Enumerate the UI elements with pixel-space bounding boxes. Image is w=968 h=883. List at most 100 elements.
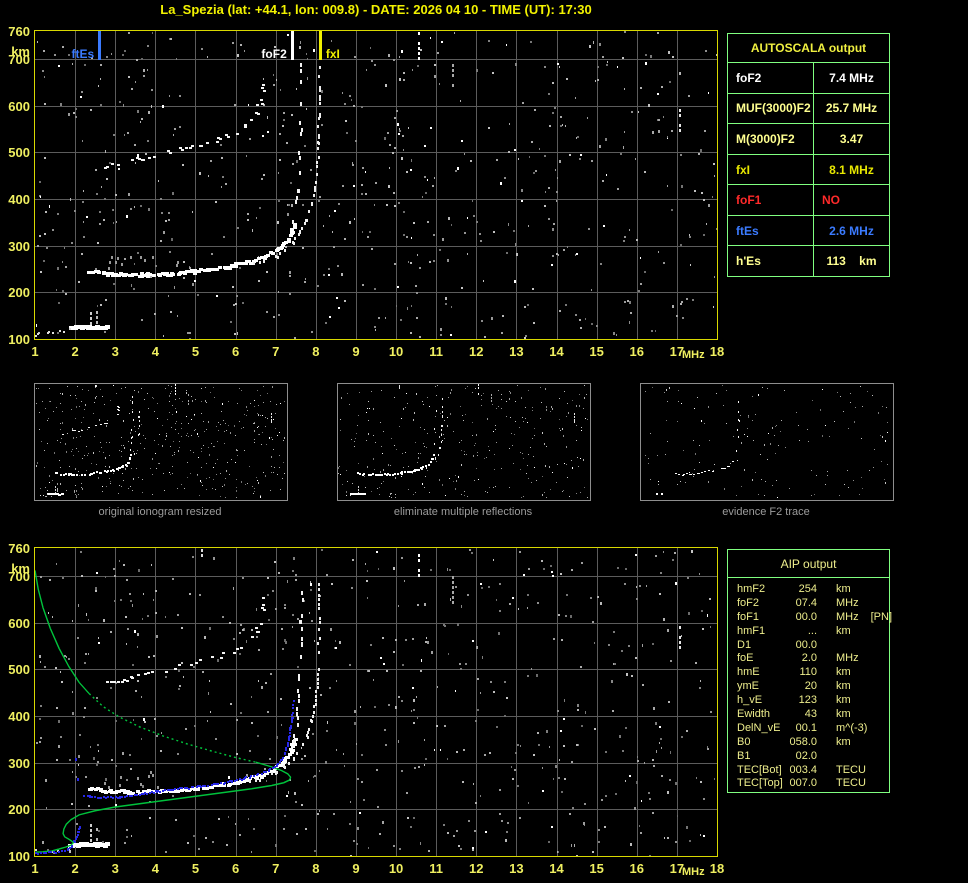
aip-row-unit-text: TECU <box>836 763 866 776</box>
aip-row-value: 00.0 <box>795 610 817 623</box>
autoscala-row-label: foF2 <box>728 63 814 93</box>
x-axis-tick-1: 1 <box>31 344 39 359</box>
aip-row-unit-text: km <box>836 694 851 707</box>
aip-row-unit-text: km <box>836 708 851 721</box>
autoscala-row-value: 2.6 MHz <box>829 223 874 238</box>
x-axis-tick-11: 11 <box>429 344 444 359</box>
foF2-marker-line <box>290 31 294 60</box>
aip-row-value: 254 <box>798 583 817 595</box>
x-axis-tick-14: 14 <box>549 344 564 359</box>
aip-row-unit-text: MHz <box>836 596 859 609</box>
x-axis-tick-7: 7 <box>272 344 280 359</box>
y-axis-tick-760: 760 <box>8 24 30 39</box>
aip-row-value: 20 <box>804 680 817 693</box>
autoscala-window: La_Spezia (lat: +44.1, lon: 009.8) - DAT… <box>0 0 968 883</box>
aip-row-unit-text: m^(-3) <box>836 721 868 734</box>
aip-row-unit <box>817 639 889 653</box>
x-axis-tick-6: 6 <box>231 344 240 359</box>
aip-row-foE: foE 2.0 MHz <box>737 652 889 666</box>
y-axis-unit: km <box>11 44 30 59</box>
aip-row-label: foE <box>737 652 754 665</box>
x-axis-tick-10: 10 <box>388 861 404 876</box>
x-axis-tick-2: 2 <box>71 861 79 876</box>
thumbnail-eliminate-caption: eliminate multiple reflections <box>393 506 533 518</box>
aip-row-unit: km <box>817 666 889 680</box>
aip-row-value: 02.0 <box>795 749 817 762</box>
autoscala-row-label: fxI <box>728 154 814 185</box>
aip-row-hmF2: hmF2 254 km <box>737 583 889 597</box>
aip-row-DelN_vE: DelN_vE 00.1 m^(-3) <box>737 722 889 736</box>
window-title: La_Spezia (lat: +44.1, lon: 009.8) - DAT… <box>160 2 592 17</box>
thumbnail-evidence-canvas <box>641 384 891 498</box>
aip-row-Ewidth: Ewidth 43 km <box>737 708 889 722</box>
aip-output-table: AIP output hmF2 254 km foF2 07.4 MHz foF1 00.0 M… <box>727 549 892 793</box>
x-axis-tick-18: 18 <box>709 344 725 359</box>
aip-row-h_vE: h_vE 123 km <box>737 694 889 708</box>
foF2-marker-label: foF2 <box>261 47 287 61</box>
aip-row-foF1: foF1 00.0 MHz [PN] <box>737 610 892 625</box>
x-axis-tick-1: 1 <box>31 861 39 876</box>
x-axis-tick-3: 3 <box>111 344 119 359</box>
aip-row-hmF1: hmF1... km <box>737 625 889 639</box>
aip-row-unit: km <box>817 583 889 597</box>
autoscala-row-ftEs: ftEs 2.6 MHz <box>728 214 889 246</box>
autoscala-row-value: 3.47 <box>839 131 864 146</box>
x-axis-tick-8: 8 <box>312 861 320 876</box>
autoscala-row-label: ftEs <box>728 215 814 246</box>
y-axis-tick-760: 760 <box>8 541 30 556</box>
aip-row-label: DelN_vE <box>737 721 781 734</box>
thumbnail-eliminate-canvas <box>338 384 588 498</box>
aip-table-rows: hmF2 254 km foF2 07.4 MHz foF1 00.0 MHz [PN] hmF1.… <box>728 578 892 791</box>
autoscala-row-label: foF1 <box>728 185 814 215</box>
thumbnail-evidence-caption: evidence F2 trace <box>722 506 810 518</box>
x-axis-tick-16: 16 <box>629 344 644 359</box>
x-axis-tick-12: 12 <box>469 861 484 876</box>
y-axis-tick-200: 200 <box>8 802 30 818</box>
aip-row-unit: MHz [PN] <box>817 611 892 625</box>
autoscala-row-label: MUF(3000)F2 <box>728 93 814 124</box>
x-axis-tick-15: 15 <box>589 861 604 876</box>
x-axis-tick-9: 9 <box>352 861 360 876</box>
autoscala-row-value: 113 km <box>826 254 877 269</box>
aip-row-unit: MHz <box>817 597 889 611</box>
aip-row-value: 2.0 <box>801 652 817 665</box>
autoscala-table-title: AUTOSCALA output <box>728 34 889 63</box>
autoscala-row-label: M(3000)F2 <box>728 124 814 154</box>
thumbnail-original-canvas <box>35 384 285 498</box>
aip-row-B0: B0 058.0 km <box>737 736 889 750</box>
aip-row-value: 058.0 <box>789 735 817 748</box>
x-axis-tick-13: 13 <box>509 861 524 876</box>
x-axis-tick-6: 6 <box>231 861 240 876</box>
aip-row-unit-text: km <box>836 583 851 595</box>
aip-row-unit: m^(-3) <box>817 722 889 736</box>
autoscala-row-label: h'Es <box>728 246 814 277</box>
aip-row-label: foF1 <box>737 610 760 623</box>
fxI-marker-label: fxI <box>325 47 340 61</box>
aip-row-value: 07.4 <box>795 596 817 609</box>
aip-row-value: ... <box>807 624 817 637</box>
autoscala-row-foF1: foF1 NO <box>728 184 889 215</box>
aip-row-unit: km <box>817 694 889 708</box>
aip-table-title: AIP output <box>728 550 889 578</box>
x-axis-unit: MHz <box>682 866 705 878</box>
aip-row-label: hmE <box>737 666 760 679</box>
autoscala-row-MUF(3000)F2: MUF(3000)F2 25.7 MHz <box>728 92 889 124</box>
aip-row-unit-text: km <box>836 680 851 693</box>
aip-row-hmE: hmE 110 km <box>737 666 889 680</box>
aip-row-D1: D1 00.0 <box>737 639 889 653</box>
aip-row-label: h_vE <box>737 694 763 707</box>
aip-row-unit: TECU <box>817 777 889 791</box>
autoscala-row-value: 7.4 MHz <box>829 70 874 85</box>
aip-row-label: TEC[Bot] <box>737 763 782 776</box>
x-axis-tick-7: 7 <box>272 861 280 876</box>
x-axis-unit: MHz <box>682 349 705 361</box>
x-axis-tick-14: 14 <box>549 861 564 876</box>
aip-row-unit <box>817 750 889 764</box>
y-axis-tick-400: 400 <box>8 192 30 207</box>
autoscala-row-fxI: fxI 8.1 MHz <box>728 153 889 185</box>
aip-row-ymE: ymE 20 km <box>737 680 889 694</box>
autoscala-row-value: NO <box>822 193 840 208</box>
aip-row-label: B1 <box>737 749 751 762</box>
aip-row-label: D1 <box>737 638 752 651</box>
aip-row-unit-text: MHz <box>836 610 859 623</box>
